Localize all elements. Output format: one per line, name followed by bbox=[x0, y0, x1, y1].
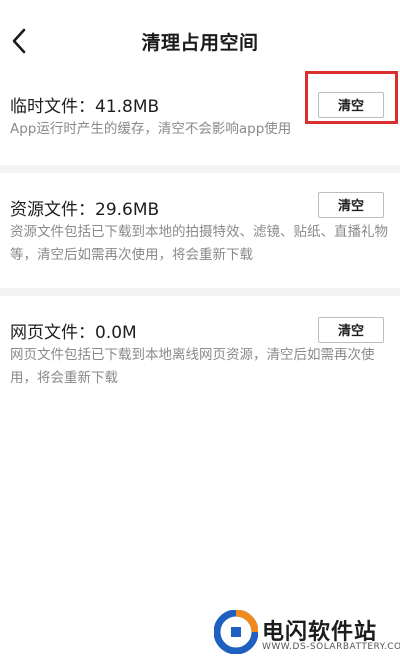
resource-files-size-label: 资源文件：29.6MB bbox=[10, 200, 160, 220]
temp-files-size-label: 临时文件：41.8MB bbox=[10, 97, 160, 117]
site-logo-icon bbox=[214, 610, 258, 654]
section-web-files: 网页文件：0.0M 清空 网页文件包括已下载到本地离线网页资源，清空后如需再次使… bbox=[0, 317, 400, 398]
clear-web-files-button[interactable]: 清空 bbox=[318, 317, 384, 343]
web-files-size-label: 网页文件：0.0M bbox=[10, 323, 137, 343]
highlight-annotation-box bbox=[305, 71, 398, 124]
web-files-description: 网页文件包括已下载到本地离线网页资源，清空后如需再次使用，将会重新下载 bbox=[10, 347, 375, 386]
section-resource-files: 资源文件：29.6MB 清空 资源文件包括已下载到本地的拍摄特效、滤镜、贴纸、直… bbox=[0, 192, 400, 275]
section-divider bbox=[0, 288, 400, 296]
watermark-url: WWW.DS-SOLARBATTERY.COM bbox=[262, 642, 400, 652]
watermark: 电闪软件站 WWW.DS-SOLARBATTERY.COM bbox=[204, 606, 400, 657]
page-title: 清理占用空间 bbox=[141, 32, 259, 54]
section-divider bbox=[0, 165, 400, 173]
resource-files-description: 资源文件包括已下载到本地的拍摄特效、滤镜、贴纸、直播礼物等，清空后如需再次使用，… bbox=[10, 224, 388, 263]
clear-resource-files-button[interactable]: 清空 bbox=[318, 192, 384, 218]
